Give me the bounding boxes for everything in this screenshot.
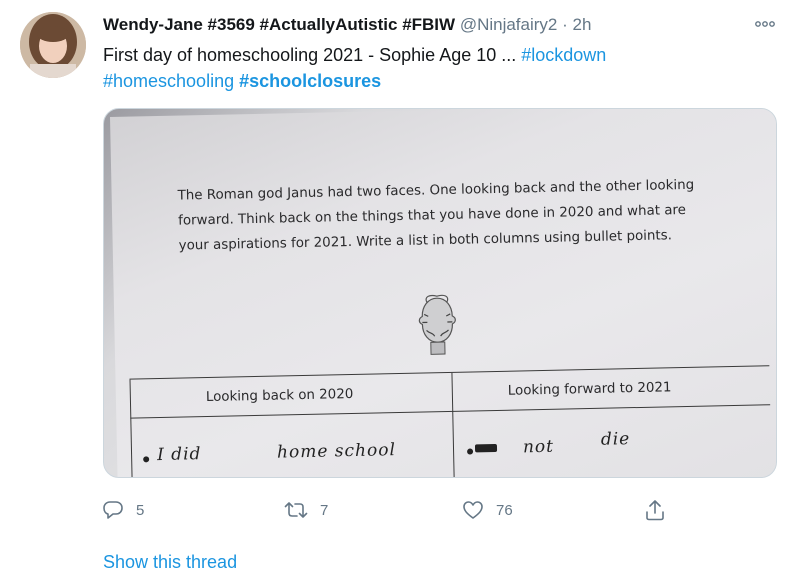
bullet-right xyxy=(467,448,474,455)
worksheet-instructions: The Roman god Janus had two faces. One l… xyxy=(177,177,695,254)
like-icon xyxy=(462,499,484,521)
handwriting-left-1: I did xyxy=(156,444,202,466)
tweet-actions: 5 7 76 xyxy=(0,492,796,528)
separator-dot: · xyxy=(562,15,568,34)
column-header-forward: Looking forward to 2021 xyxy=(507,380,672,399)
tweet-body: First day of homeschooling 2021 - Sophie… xyxy=(103,45,522,65)
reply-icon xyxy=(102,499,124,521)
handwriting-right-1: not xyxy=(522,436,555,458)
scribble-mark xyxy=(474,443,498,453)
retweet-icon xyxy=(284,499,308,521)
share-icon xyxy=(644,498,666,522)
hashtag-lockdown[interactable]: #lockdown xyxy=(521,45,606,65)
reply-button[interactable]: 5 xyxy=(102,492,144,528)
janus-illustration xyxy=(410,292,465,359)
handwriting-right-2: die xyxy=(600,429,631,450)
tweet-header: Wendy-Jane #3569 #ActuallyAutistic #FBIW… xyxy=(103,14,743,36)
like-count: 76 xyxy=(496,501,513,519)
retweet-count: 7 xyxy=(320,501,329,519)
hashtag-homeschooling[interactable]: #homeschooling xyxy=(103,71,234,91)
display-name[interactable]: Wendy-Jane #3569 #ActuallyAutistic #FBIW xyxy=(103,15,455,34)
more-icon[interactable] xyxy=(753,16,777,32)
worksheet-paper: The Roman god Janus had two faces. One l… xyxy=(110,109,776,477)
column-header-back: Looking back on 2020 xyxy=(205,386,354,406)
hashtag-schoolclosures[interactable]: #schoolclosures xyxy=(239,71,381,91)
handwriting-left-2: home school xyxy=(276,440,397,463)
retweet-button[interactable]: 7 xyxy=(284,492,328,528)
avatar[interactable] xyxy=(20,12,86,78)
show-thread-link[interactable]: Show this thread xyxy=(103,552,237,573)
timestamp[interactable]: 2h xyxy=(573,15,592,34)
tweet-photo[interactable]: The Roman god Janus had two faces. One l… xyxy=(103,108,777,478)
reply-count: 5 xyxy=(136,501,145,519)
worksheet-table: Looking back on 2020 Looking forward to … xyxy=(129,365,772,477)
tweet-text: First day of homeschooling 2021 - Sophie… xyxy=(103,42,763,94)
bullet-left xyxy=(143,456,150,463)
user-handle[interactable]: @Ninjafairy2 xyxy=(460,15,558,34)
share-button[interactable] xyxy=(644,492,666,528)
like-button[interactable]: 76 xyxy=(462,492,513,528)
